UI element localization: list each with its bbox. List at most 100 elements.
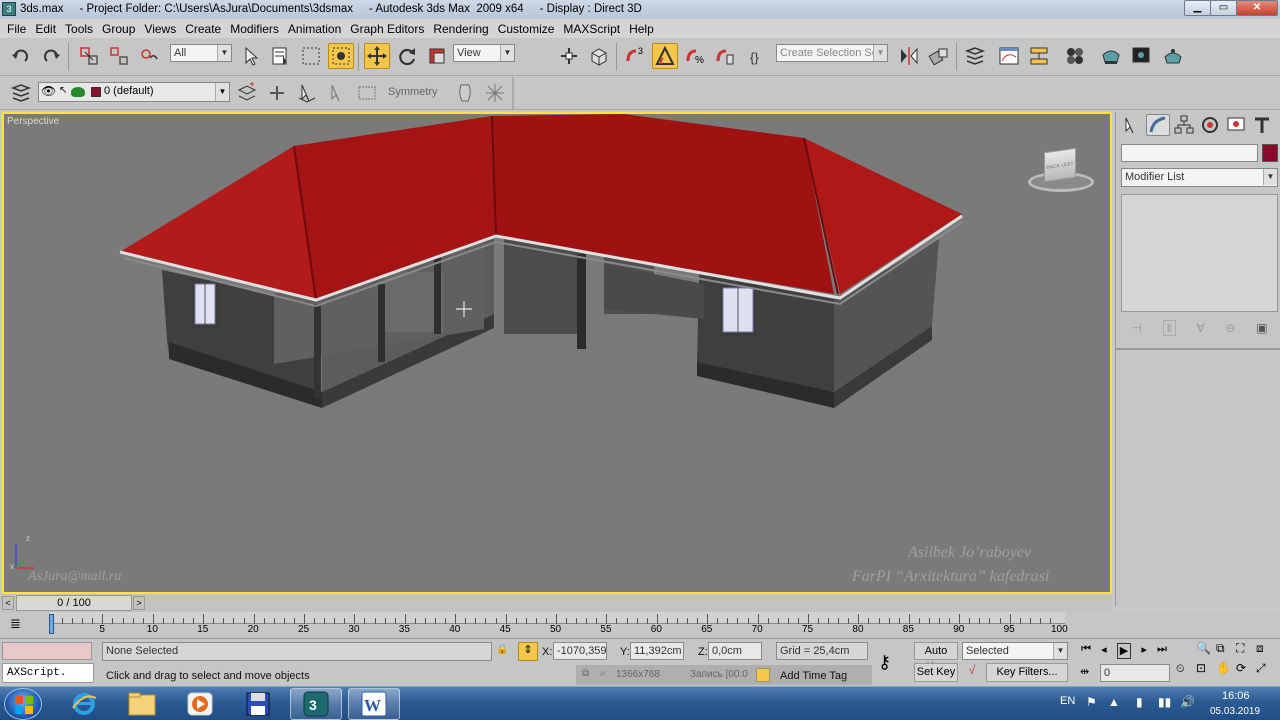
key-mode-toggle-icon[interactable]: ⇹ [1080, 665, 1096, 681]
zoom-icon[interactable]: 🔍 [1196, 641, 1216, 661]
menu-tools[interactable]: Tools [65, 22, 93, 36]
modifier-stack[interactable] [1121, 194, 1278, 312]
select-and-manipulate-icon[interactable] [586, 43, 612, 69]
menu-help[interactable]: Help [629, 22, 654, 36]
orbit-icon[interactable]: ⟳ [1236, 661, 1256, 681]
z-coordinate[interactable]: 0,0cm [708, 642, 762, 660]
viewcube[interactable]: BACK LEFT [1028, 144, 1094, 194]
play-icon[interactable]: ▶ [1116, 643, 1132, 659]
window-crossing-icon[interactable] [328, 43, 354, 69]
rendered-frame-window-icon[interactable] [1128, 43, 1154, 69]
next-frame-icon[interactable]: ▸ [1141, 643, 1147, 659]
track-bar[interactable]: ≣ 05101520253035404550556065707580859095… [0, 612, 1280, 638]
named-selection-dropdown[interactable]: Create Selection Set ▼ [776, 44, 888, 62]
lathe-icon[interactable] [452, 80, 478, 106]
set-key-icon[interactable]: ⚷ [878, 651, 904, 673]
create-layer-icon[interactable] [234, 80, 260, 106]
menu-views[interactable]: Views [144, 22, 176, 36]
menu-file[interactable]: File [7, 22, 26, 36]
key-mode-dropdown[interactable]: Selected ▼ [962, 642, 1068, 660]
select-by-name-icon[interactable] [268, 43, 294, 69]
array-icon[interactable] [354, 80, 380, 106]
snaps-toggle-icon[interactable]: 3 [622, 43, 648, 69]
field-of-view-icon[interactable]: ⊡ [1196, 661, 1216, 681]
bind-space-warp-icon[interactable] [136, 43, 162, 69]
curve-editor-toggle-icon[interactable]: ≣ [10, 616, 30, 632]
time-prev-icon[interactable]: < [2, 596, 14, 610]
show-hidden-icons-icon[interactable]: ▲ [1108, 695, 1120, 709]
undo-icon[interactable] [8, 43, 34, 69]
time-slider[interactable]: 0 / 100 [16, 595, 132, 611]
3dsmax-taskbar-icon[interactable]: 3 [290, 688, 342, 720]
select-and-scale-icon[interactable] [424, 43, 450, 69]
object-color-swatch[interactable] [1262, 144, 1278, 162]
reference-coordinate-dropdown[interactable]: View ▼ [453, 44, 515, 62]
maxscript-listener[interactable]: AXScript. [2, 663, 94, 683]
redo-icon[interactable] [38, 43, 64, 69]
align-icon[interactable] [926, 43, 952, 69]
set-key-button[interactable]: Set Key [914, 663, 958, 682]
angle-snap-icon[interactable] [652, 43, 678, 69]
clock-time[interactable]: 16:06 [1222, 690, 1250, 702]
menu-create[interactable]: Create [185, 22, 221, 36]
zoom-extents-all-icon[interactable]: ⧈ [1256, 641, 1276, 661]
key-curve-icon[interactable]: √ [962, 663, 982, 682]
display-tab-icon[interactable] [1224, 114, 1248, 136]
time-configuration-icon[interactable]: ⏲ [1176, 663, 1192, 683]
symmetry-button[interactable]: Symmetry [388, 86, 438, 98]
y-coordinate[interactable]: 11,392cm [630, 642, 684, 660]
house-model[interactable] [4, 114, 1110, 592]
pin-stack-icon[interactable]: ⊣ [1131, 321, 1141, 335]
explorer-icon[interactable] [116, 688, 168, 720]
motion-tab-icon[interactable] [1198, 114, 1222, 136]
x-coordinate[interactable]: -1070,359c [553, 642, 607, 660]
edit-named-selection-icon[interactable]: {} [746, 43, 772, 69]
maximize-viewport-icon[interactable]: ⤢ [1256, 661, 1276, 681]
go-to-start-icon[interactable]: ⏮ [1081, 643, 1091, 659]
layer-manager-icon[interactable] [962, 43, 988, 69]
menu-animation[interactable]: Animation [288, 22, 341, 36]
media-player-icon[interactable] [174, 688, 226, 720]
word-icon[interactable]: W [348, 688, 400, 720]
maxscript-mini-listener-pink[interactable] [2, 642, 92, 660]
select-and-link-icon[interactable] [76, 43, 102, 69]
configure-modifier-sets-icon[interactable]: ▣ [1256, 321, 1267, 335]
mirror-icon[interactable] [896, 43, 922, 69]
flag-icon[interactable]: ⚑ [1086, 695, 1097, 709]
menu-edit[interactable]: Edit [35, 22, 56, 36]
remove-modifier-icon[interactable]: ⊖ [1225, 321, 1235, 335]
set-current-layer-icon[interactable] [324, 80, 350, 106]
lock-icon[interactable]: 🔒 [496, 644, 510, 658]
menu-rendering[interactable]: Rendering [433, 22, 488, 36]
select-and-rotate-icon[interactable] [394, 43, 420, 69]
eye-icon[interactable]: 👁 [41, 84, 56, 98]
viewcube-face[interactable]: BACK LEFT [1044, 147, 1076, 183]
add-time-tag[interactable]: Add Time Tag [780, 669, 847, 683]
curve-editor-icon[interactable] [996, 43, 1022, 69]
select-in-layer-icon[interactable] [294, 80, 320, 106]
pan-icon[interactable]: ✋ [1216, 661, 1236, 681]
use-pivot-center-icon[interactable] [556, 43, 582, 69]
modify-tab-icon[interactable] [1146, 114, 1170, 136]
make-unique-icon[interactable]: ∀ [1196, 321, 1204, 335]
language-indicator[interactable]: EN [1060, 695, 1075, 707]
time-next-icon[interactable]: > [133, 596, 145, 610]
battery-icon[interactable]: ▮ [1136, 695, 1143, 709]
minimize-button[interactable]: ▁ [1184, 0, 1211, 16]
schematic-view-icon[interactable] [1026, 43, 1052, 69]
zoom-extents-icon[interactable]: ⛶ [1236, 641, 1256, 661]
menu-group[interactable]: Group [102, 22, 135, 36]
current-frame-field[interactable]: 0 [1100, 664, 1170, 682]
internet-explorer-icon[interactable] [58, 688, 110, 720]
hierarchy-tab-icon[interactable] [1172, 114, 1196, 136]
volume-icon[interactable]: 🔊 [1180, 695, 1195, 709]
time-cursor[interactable] [49, 614, 54, 634]
menu-modifiers[interactable]: Modifiers [230, 22, 279, 36]
close-button[interactable]: ✕ [1236, 0, 1278, 16]
app-icon[interactable]: 3 [2, 2, 16, 16]
show-end-result-icon[interactable]: ‖ [1162, 320, 1176, 336]
lattice-icon[interactable] [482, 80, 508, 106]
selection-filter-dropdown[interactable]: All ▼ [170, 44, 232, 62]
utilities-tab-icon[interactable] [1250, 114, 1274, 136]
modifier-list-dropdown[interactable]: Modifier List ▼ [1121, 168, 1278, 187]
